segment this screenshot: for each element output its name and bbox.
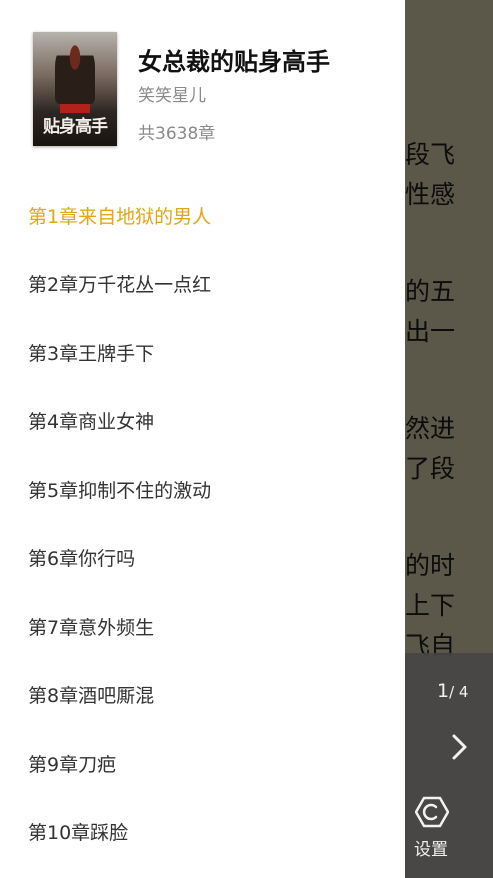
chapter-item-7[interactable]: 第7章意外频生 (28, 613, 154, 640)
page-total: / 4 (449, 683, 469, 701)
chapter-item-5[interactable]: 第5章抑制不住的激动 (28, 476, 211, 503)
settings-icon[interactable] (415, 796, 449, 828)
chapter-item-9[interactable]: 第9章刀疤 (28, 750, 116, 777)
cover-title: 贴身高手 (43, 117, 108, 137)
book-title: 女总裁的贴身高手 (138, 48, 330, 76)
book-cover: 贴身高手 (33, 32, 117, 146)
chapter-drawer: 贴身高手 女总裁的贴身高手 笑笑星儿 共3638章 第1章来自地狱的男人 第2章… (0, 0, 405, 878)
chapter-item-3[interactable]: 第3章王牌手下 (28, 339, 154, 366)
chapter-count: 共3638章 (138, 124, 216, 144)
chapter-item-4[interactable]: 第4章商业女神 (28, 407, 154, 434)
chapter-item-2[interactable]: 第2章万千花丛一点红 (28, 270, 211, 297)
page-indicator: 1/ 4 (437, 680, 468, 702)
chevron-right-icon[interactable] (446, 733, 472, 761)
chapter-item-1[interactable]: 第1章来自地狱的男人 (28, 202, 211, 229)
book-author: 笑笑星儿 (138, 86, 206, 106)
chapter-item-10[interactable]: 第10章踩脸 (28, 818, 128, 845)
chapter-item-8[interactable]: 第8章酒吧厮混 (28, 681, 154, 708)
chapter-item-6[interactable]: 第6章你行吗 (28, 544, 135, 571)
page-current: 1 (437, 680, 450, 702)
settings-label[interactable]: 设置 (414, 835, 448, 860)
cover-figure (55, 42, 95, 104)
